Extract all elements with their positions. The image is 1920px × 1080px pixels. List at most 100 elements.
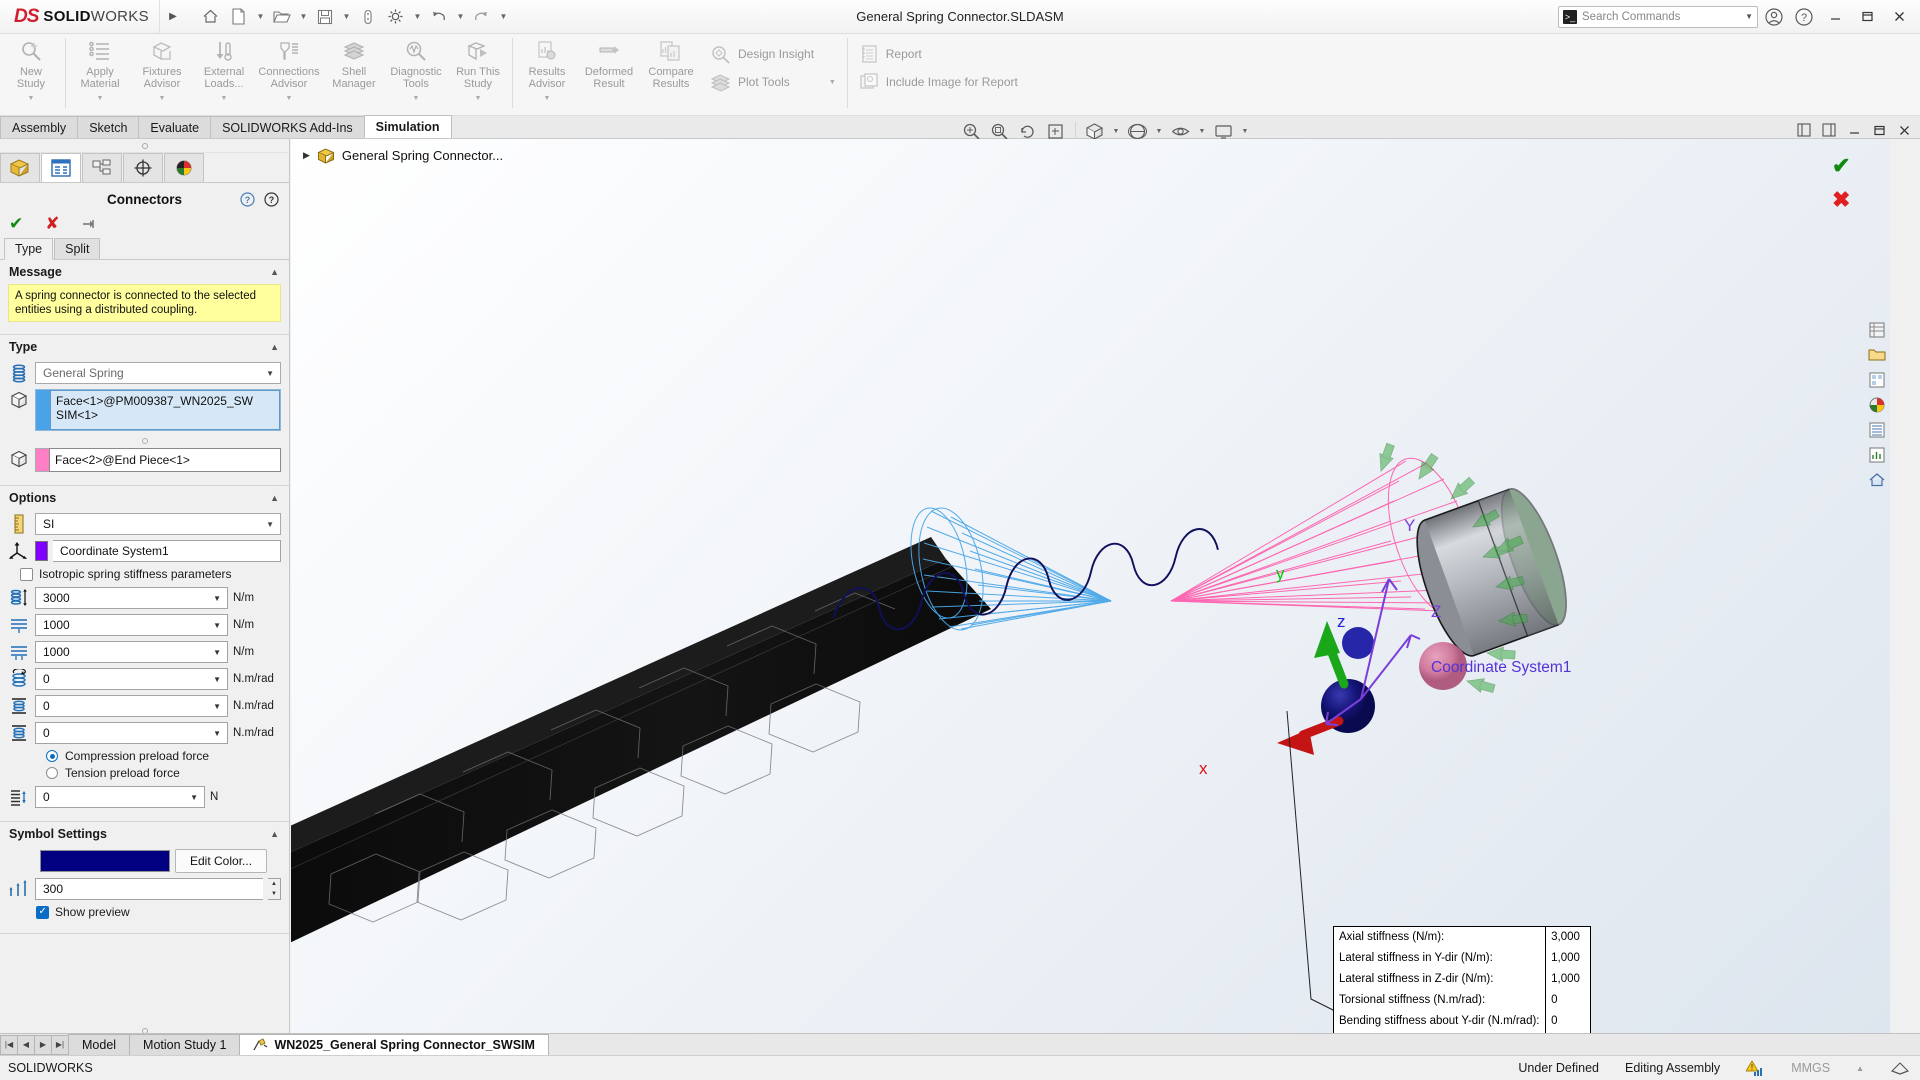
status-units[interactable]: MMGS (1791, 1061, 1830, 1075)
chevron-down-icon[interactable]: ▼ (221, 93, 228, 105)
home-task-icon[interactable] (1866, 469, 1888, 491)
appearances-icon[interactable] (1866, 394, 1888, 416)
solidworks-logo[interactable]: DS SOLIDWORKS (0, 0, 160, 34)
chevron-down-icon[interactable]: ▼ (213, 729, 225, 738)
3d-model-scene[interactable]: Y Z Coordinate System1 y z x Y X (291, 139, 1890, 1040)
display-manager-tab[interactable] (164, 153, 204, 182)
compression-preload-radio-row[interactable]: Compression preload force (46, 749, 281, 763)
ribbon-diagnostic-tools[interactable]: Diagnostic Tools ▼ (385, 34, 447, 105)
unit-system-select[interactable]: SI ▼ (35, 513, 281, 535)
chevron-down-icon[interactable]: ▼ (413, 93, 420, 105)
save-dropdown-icon[interactable]: ▼ (340, 4, 353, 30)
redo-dropdown-icon[interactable]: ▼ (497, 4, 510, 30)
close-button[interactable] (1884, 2, 1914, 32)
options-section-header[interactable]: Options ▲ (0, 486, 289, 510)
ribbon-connections-advisor[interactable]: Connections Advisor ▼ (255, 34, 323, 105)
tension-preload-radio[interactable] (46, 767, 58, 779)
tab-solidworks-add-ins[interactable]: SOLIDWORKS Add-Ins (210, 116, 365, 138)
undo-icon[interactable] (426, 4, 452, 30)
simulation-task-icon[interactable] (1866, 444, 1888, 466)
subtab-split[interactable]: Split (54, 238, 101, 259)
minimize-button[interactable] (1820, 2, 1850, 32)
help-icon[interactable]: ? (1790, 3, 1818, 31)
cancel-button[interactable]: ✘ (45, 215, 59, 232)
units-dropdown-icon[interactable]: ▲ (1856, 1064, 1864, 1073)
compression-preload-radio[interactable] (46, 750, 58, 762)
undo-dropdown-icon[interactable]: ▼ (454, 4, 467, 30)
chevron-down-icon[interactable]: ▼ (213, 621, 225, 630)
view-palette-icon[interactable] (1866, 369, 1888, 391)
tile-window-icon[interactable] (1794, 120, 1814, 140)
edit-color-button[interactable]: Edit Color... (175, 849, 268, 873)
symbol-size-stepper[interactable]: ▲ ▼ (268, 878, 281, 900)
chevron-down-icon[interactable]: ▼ (266, 520, 277, 529)
ribbon-apply-material[interactable]: Apply Material ▼ (69, 34, 131, 105)
chevron-down-icon[interactable]: ▼ (544, 93, 551, 105)
accept-button[interactable]: ✔ (9, 215, 23, 232)
lateral-stiffness-y-field[interactable]: 1000 ▼ (35, 614, 228, 636)
options-dropdown-icon[interactable]: ▼ (411, 4, 424, 30)
axial-stiffness-field[interactable]: 3000 ▼ (35, 587, 228, 609)
home-icon[interactable] (198, 4, 224, 30)
configuration-manager-tab[interactable] (82, 153, 122, 182)
ribbon-plot-tools[interactable]: Plot Tools ▼ (702, 68, 844, 96)
property-manager-tab[interactable] (41, 153, 81, 182)
ribbon-fixtures-advisor[interactable]: Fixtures Advisor ▼ (131, 34, 193, 105)
chevron-up-icon[interactable]: ▲ (270, 829, 279, 839)
redo-icon[interactable] (469, 4, 495, 30)
type-section-header[interactable]: Type ▲ (0, 335, 289, 359)
menu-expand-arrow-icon[interactable]: ▶ (160, 0, 186, 34)
ribbon-shell-manager[interactable]: Shell Manager (323, 34, 385, 104)
print-icon[interactable] (355, 4, 381, 30)
maximize-viewport-button[interactable] (1869, 120, 1889, 140)
chevron-down-icon[interactable]: ▼ (213, 594, 225, 603)
ribbon-results-advisor[interactable]: Results Advisor ▼ (516, 34, 578, 105)
chevron-down-icon[interactable]: ▼ (213, 702, 225, 711)
connector-type-select[interactable]: General Spring ▼ (35, 362, 281, 384)
coordinate-system-field[interactable]: Coordinate System1 (53, 540, 281, 562)
chevron-down-icon[interactable]: ▼ (28, 93, 35, 105)
options-gear-icon[interactable] (383, 4, 409, 30)
open-dropdown-icon[interactable]: ▼ (297, 4, 310, 30)
selection-1-resize-handle[interactable] (8, 436, 281, 448)
custom-properties-icon[interactable] (1866, 419, 1888, 441)
show-preview-checkbox[interactable] (36, 905, 49, 919)
preload-force-field[interactable]: 0 ▼ (35, 786, 205, 808)
ribbon-deformed-result[interactable]: Deformed Result (578, 34, 640, 104)
overlay-tools-icon[interactable] (1890, 1060, 1910, 1076)
subtab-type[interactable]: Type (4, 238, 54, 260)
chevron-down-icon[interactable]: ▼ (190, 793, 202, 802)
tab-simulation-study[interactable]: WN2025_General Spring Connector_SWSIM (239, 1033, 549, 1056)
selection-1-box[interactable]: Face<1>@PM009387_WN2025_SW SIM<1> (35, 389, 281, 431)
first-sheet-button[interactable]: |◀ (0, 1034, 18, 1055)
chevron-down-icon[interactable]: ▼ (213, 648, 225, 657)
chevron-up-icon[interactable]: ▲ (270, 493, 279, 503)
close-viewport-button[interactable] (1894, 120, 1914, 140)
chevron-down-icon[interactable]: ▼ (286, 93, 293, 105)
show-preview-checkbox-row[interactable]: Show preview (36, 905, 281, 919)
last-sheet-button[interactable]: ▶| (51, 1034, 69, 1055)
selection-2-box[interactable]: Face<2>@End Piece<1> (35, 448, 281, 472)
ribbon-new-study[interactable]: New Study ▼ (0, 34, 62, 105)
tab-motion-study-1[interactable]: Motion Study 1 (129, 1034, 241, 1055)
ribbon-design-insight[interactable]: Design Insight (702, 40, 844, 68)
search-dropdown-icon[interactable]: ▼ (1745, 12, 1753, 21)
pin-button[interactable] (82, 217, 98, 231)
chevron-up-icon[interactable]: ▲ (270, 342, 279, 352)
tab-model[interactable]: Model (68, 1034, 131, 1055)
chevron-down-icon[interactable]: ▼ (97, 93, 104, 105)
restore-button[interactable] (1852, 2, 1882, 32)
ribbon-run-this-study[interactable]: Run This Study ▼ (447, 34, 509, 105)
symbol-size-field[interactable]: 300 (35, 878, 263, 900)
symbol-color-swatch[interactable] (40, 850, 170, 872)
help-icon[interactable]: ? (264, 192, 279, 207)
ribbon-include-image-for-report[interactable]: Include Image for Report (851, 68, 1026, 96)
simulation-warning-icon[interactable]: ! (1746, 1059, 1765, 1077)
whats-wrong-help-icon[interactable]: ? (240, 192, 255, 207)
lateral-stiffness-z-field[interactable]: 1000 ▼ (35, 641, 228, 663)
tab-evaluate[interactable]: Evaluate (138, 116, 212, 138)
torsional-stiffness-field[interactable]: 0 ▼ (35, 668, 228, 690)
graphics-viewport[interactable]: ▶ General Spring Connector... ✔ ✖ Y Z Co… (291, 139, 1890, 1040)
feature-manager-tab[interactable] (0, 153, 40, 182)
chevron-down-icon[interactable]: ▼ (829, 79, 836, 86)
